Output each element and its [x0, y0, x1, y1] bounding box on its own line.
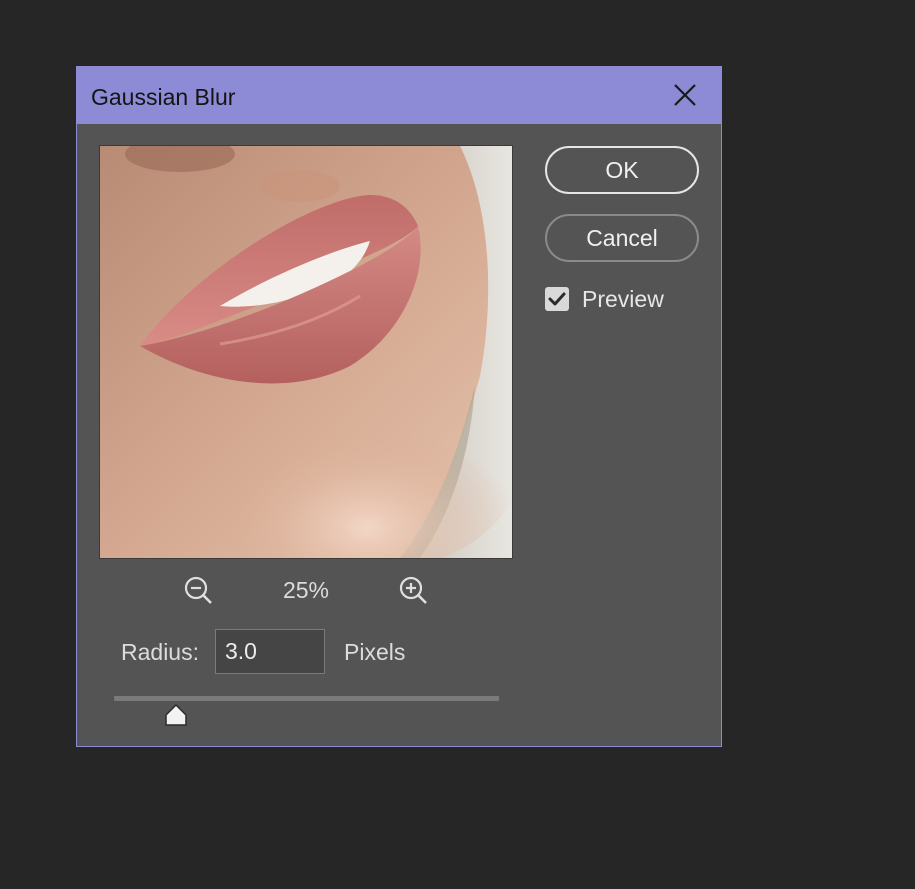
dialog-titlebar[interactable]: Gaussian Blur [77, 67, 721, 124]
zoom-level: 25% [282, 577, 330, 603]
radius-slider-track[interactable] [114, 696, 499, 701]
zoom-in-icon[interactable] [398, 575, 430, 607]
ok-button[interactable]: OK [545, 146, 699, 194]
close-icon[interactable] [669, 79, 701, 111]
cancel-button[interactable]: Cancel [545, 214, 699, 262]
radius-slider-thumb[interactable] [164, 703, 188, 727]
radius-label: Radius: [121, 639, 199, 665]
units-label: Pixels [344, 639, 406, 665]
preview-label: Preview [582, 286, 664, 312]
gaussian-blur-dialog: Gaussian Blur 25% Radius: 3.0 Pixels OK … [76, 66, 722, 747]
preview-checkbox[interactable] [545, 287, 569, 311]
dialog-title: Gaussian Blur [91, 84, 236, 110]
preview-image[interactable] [99, 145, 513, 559]
radius-input[interactable] [215, 629, 325, 674]
checkmark-icon [548, 292, 566, 306]
zoom-out-icon[interactable] [183, 575, 215, 607]
